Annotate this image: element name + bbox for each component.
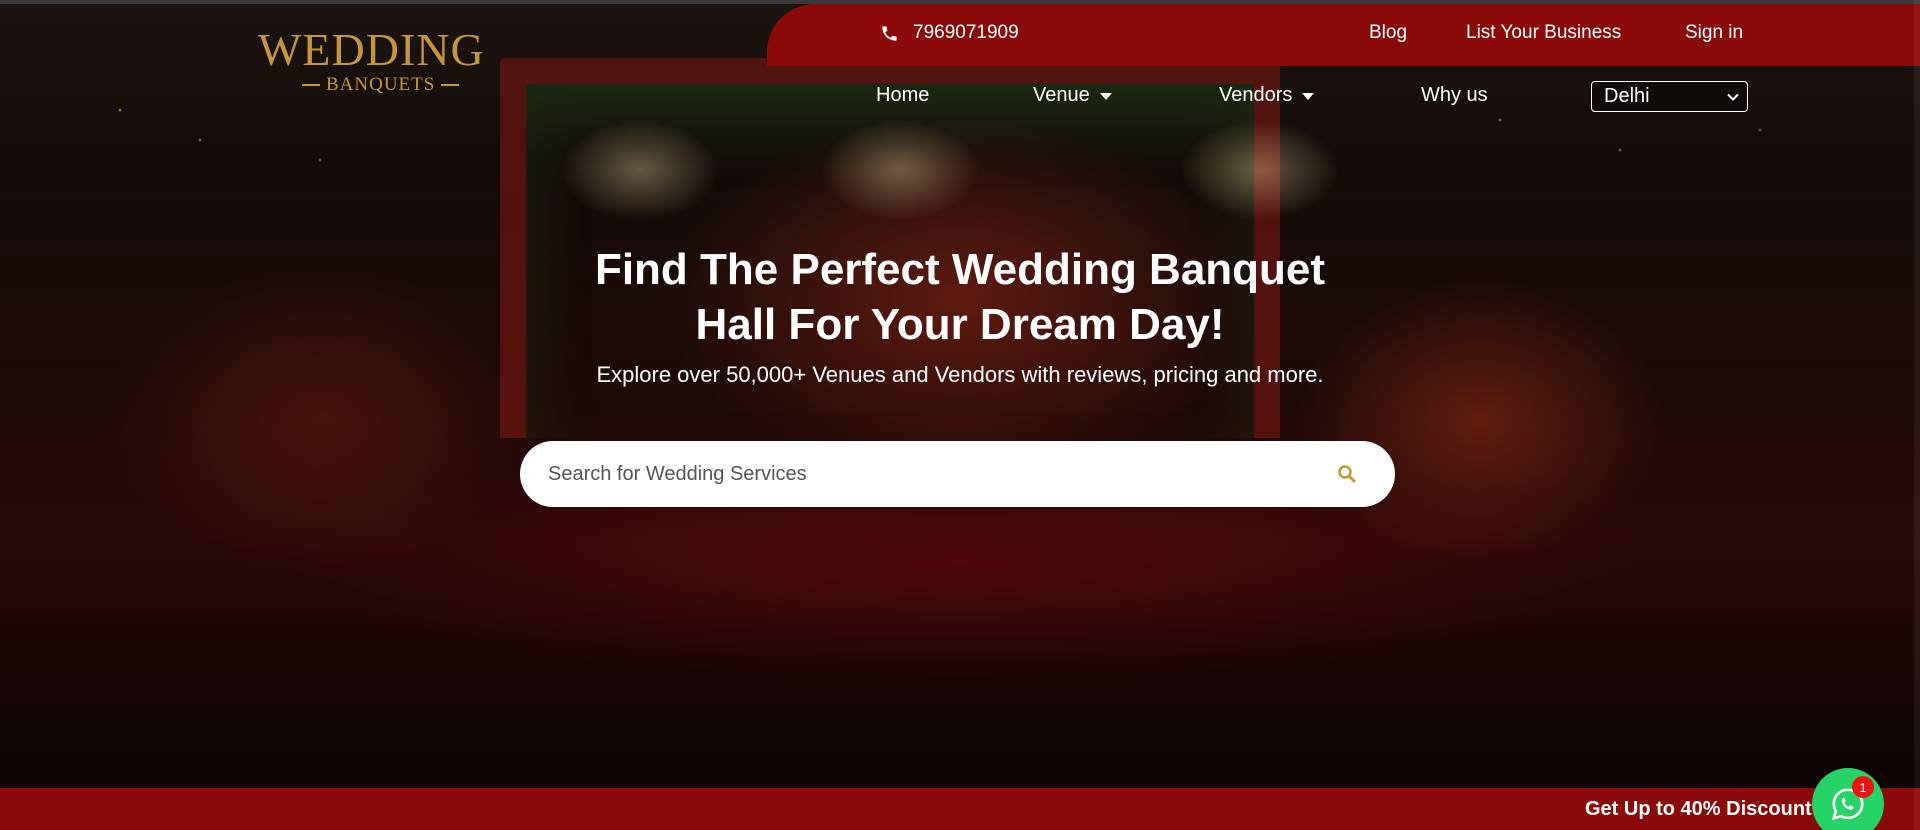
phone-icon <box>882 25 897 41</box>
chevron-down-icon <box>1099 93 1112 100</box>
nav-why-us-label: Why us <box>1421 84 1488 106</box>
nav-vendors-label: Vendors <box>1219 84 1293 106</box>
city-select-value: Delhi <box>1604 85 1650 107</box>
hero-subline: Explore over 50,000+ Venues and Vendors … <box>596 362 1324 387</box>
chevron-down-icon <box>1302 93 1315 100</box>
chandelier-decor <box>820 120 980 220</box>
whatsapp-button[interactable] <box>1812 768 1884 830</box>
logo-ornament <box>302 84 320 86</box>
promo-text: Get Up to 40% Discount <box>1585 798 1812 820</box>
chandelier-decor <box>560 120 720 220</box>
phone-number: 7969071909 <box>913 22 1019 43</box>
city-select[interactable]: Delhi <box>1591 81 1748 112</box>
logo-ornament <box>441 84 460 86</box>
logo-wordmark: WEDDING <box>258 24 485 75</box>
phone-link[interactable]: 7969071909 <box>880 22 1019 44</box>
search-bar <box>520 441 1395 507</box>
nav-venue-label: Venue <box>1033 84 1090 106</box>
chandelier-decor <box>1180 120 1340 220</box>
hero-headline-line1: Find The Perfect Wedding Banquet <box>594 245 1326 294</box>
promo-banner: Get Up to 40% Discount <box>0 788 1920 830</box>
blog-link[interactable]: Blog <box>1369 22 1407 44</box>
notification-badge: 1 <box>1852 776 1874 798</box>
scrollbar[interactable] <box>1914 0 1920 830</box>
nav-home[interactable]: Home <box>876 84 929 107</box>
hero-headline: Find The Perfect Wedding Banquet Hall Fo… <box>460 242 1460 352</box>
search-input[interactable] <box>548 462 1327 486</box>
chevron-down-icon <box>1727 93 1739 101</box>
nav-home-label: Home <box>876 84 930 106</box>
list-your-business-link[interactable]: List Your Business <box>1466 22 1621 44</box>
sign-in-link[interactable]: Sign in <box>1685 22 1743 44</box>
nav-why-us[interactable]: Why us <box>1421 84 1488 107</box>
logo-subtitle-text: BANQUETS <box>326 74 436 95</box>
nav-venue[interactable]: Venue <box>1033 84 1112 107</box>
hero-headline-line2: Hall For Your Dream Day! <box>695 300 1225 349</box>
search-icon <box>1338 465 1356 483</box>
nav-vendors[interactable]: Vendors <box>1219 84 1315 107</box>
search-button[interactable] <box>1327 454 1367 494</box>
logo-subtitle: BANQUETS <box>302 74 508 96</box>
site-logo[interactable]: WEDDING BANQUETS <box>258 24 508 100</box>
